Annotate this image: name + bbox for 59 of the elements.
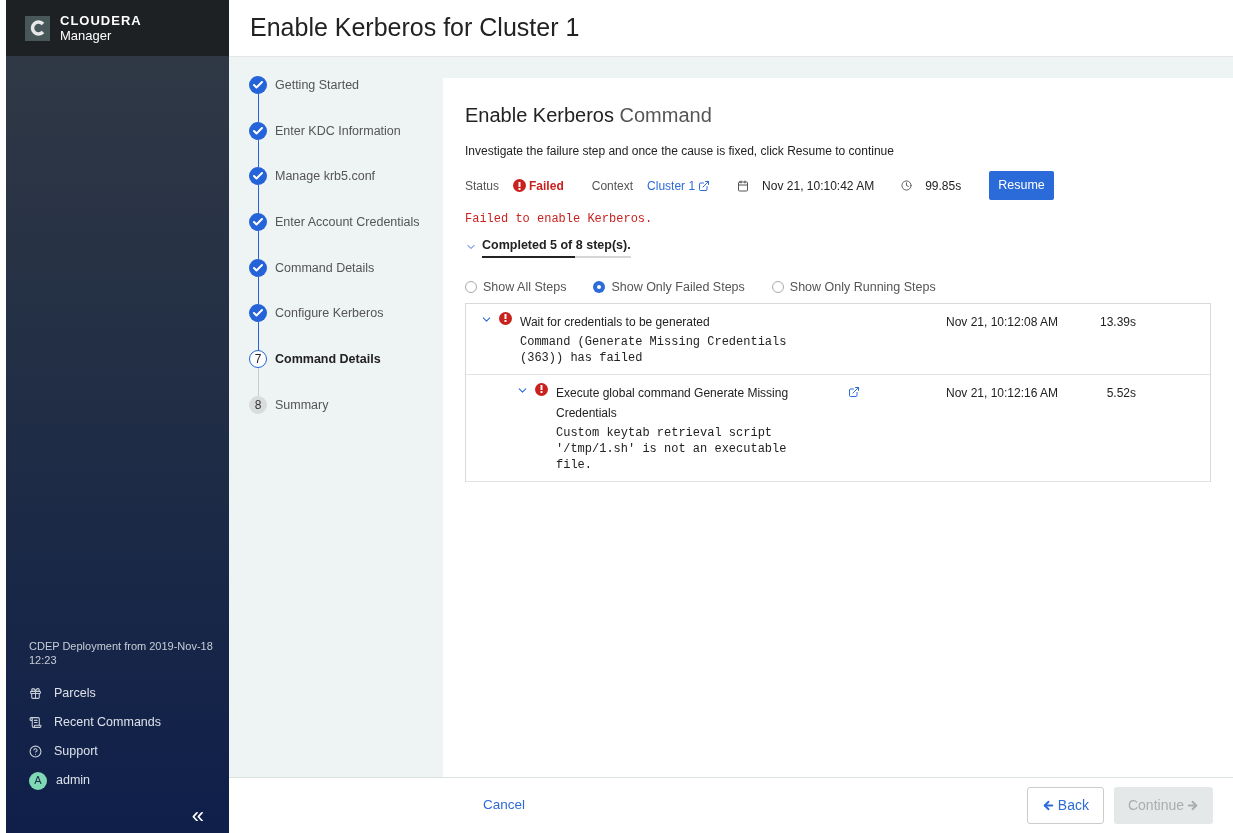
deployment-info: CDEP Deployment from 2019-Nov-18 12:23 xyxy=(29,639,214,667)
status-value: Failed xyxy=(529,177,564,195)
step-duration: 13.39s xyxy=(1098,313,1136,331)
arrow-left-icon xyxy=(1041,799,1055,812)
sidebar-link[interactable]: Support xyxy=(29,737,206,766)
resume-button[interactable]: Resume xyxy=(989,171,1054,200)
step-title: Wait for credentials to be generated xyxy=(520,313,711,331)
wizard-step[interactable]: Enter KDC Information xyxy=(275,121,401,140)
step-message: Command (Generate Missing Credentials (363)) has failed xyxy=(520,333,788,366)
step-time: Nov 21, 10:12:16 AM xyxy=(946,384,1060,402)
step-duration: 5.52s xyxy=(1105,384,1136,402)
brand-name: CLOUDERA xyxy=(60,14,142,27)
wizard-step[interactable]: Summary xyxy=(275,395,329,414)
step-number: 8 xyxy=(249,395,267,414)
scroll-icon xyxy=(29,716,42,729)
sidebar-link[interactable]: Parcels xyxy=(29,679,206,708)
calendar-icon xyxy=(737,179,750,192)
wizard-step[interactable]: Configure Kerberos xyxy=(275,304,384,323)
radio-button[interactable] xyxy=(771,281,784,294)
duration: 99.85s xyxy=(925,177,962,195)
command-title: Enable Kerberos Command xyxy=(465,103,713,128)
filter-option[interactable]: Show All Steps xyxy=(465,277,567,297)
radio-button[interactable] xyxy=(465,281,477,294)
context-link[interactable]: Cluster 1 xyxy=(647,176,696,195)
context-label: Context xyxy=(591,177,634,195)
error-icon xyxy=(513,179,527,192)
external-link-icon[interactable] xyxy=(698,179,711,192)
page-title: Enable Kerberos for Cluster 1 xyxy=(250,12,580,44)
status-label: Status xyxy=(465,177,500,195)
user-menu[interactable]: A admin xyxy=(29,766,206,795)
step-time: Nov 21, 10:12:08 AM xyxy=(946,313,1060,331)
clock-icon xyxy=(901,180,913,191)
arrow-right-icon xyxy=(1186,799,1199,812)
instruction-text: Investigate the failure step and once the cause is fixed, click Resume to continue xyxy=(465,143,895,160)
step-title: Execute global command Generate Missing Credentials xyxy=(556,384,790,422)
step-number: 7 xyxy=(249,350,267,369)
user-avatar: A xyxy=(29,771,47,790)
wizard-step[interactable]: Getting Started xyxy=(275,76,360,94)
filter-option[interactable]: Show Only Failed Steps xyxy=(593,277,745,297)
external-link-icon[interactable] xyxy=(848,385,860,398)
help-icon xyxy=(29,745,42,758)
sidebar-link[interactable]: Recent Commands xyxy=(29,708,206,737)
wizard-step[interactable]: Command Details xyxy=(275,350,381,369)
radio-button[interactable] xyxy=(593,281,606,294)
progress-summary[interactable]: Completed 5 of 8 step(s). xyxy=(482,236,631,255)
collapse-button[interactable]: « xyxy=(191,805,206,827)
step-message: Custom keytab retrieval script '/tmp/1.sh' is not an executable file. xyxy=(556,424,788,473)
start-time: Nov 21, 10:10:42 AM xyxy=(762,177,875,195)
error-message: Failed to enable Kerberos. xyxy=(465,211,654,228)
wizard-step[interactable]: Manage krb5.conf xyxy=(275,167,376,186)
continue-button: Continue xyxy=(1113,787,1213,824)
back-button[interactable]: Back xyxy=(1026,787,1104,824)
logo-icon xyxy=(25,15,50,41)
gift-icon xyxy=(29,687,42,700)
wizard-step[interactable]: Enter Account Credentials xyxy=(275,213,420,232)
wizard-step[interactable]: Command Details xyxy=(275,258,375,277)
filter-option[interactable]: Show Only Running Steps xyxy=(771,277,936,297)
cancel-link[interactable]: Cancel xyxy=(483,795,526,816)
product-name: Manager xyxy=(60,29,113,42)
